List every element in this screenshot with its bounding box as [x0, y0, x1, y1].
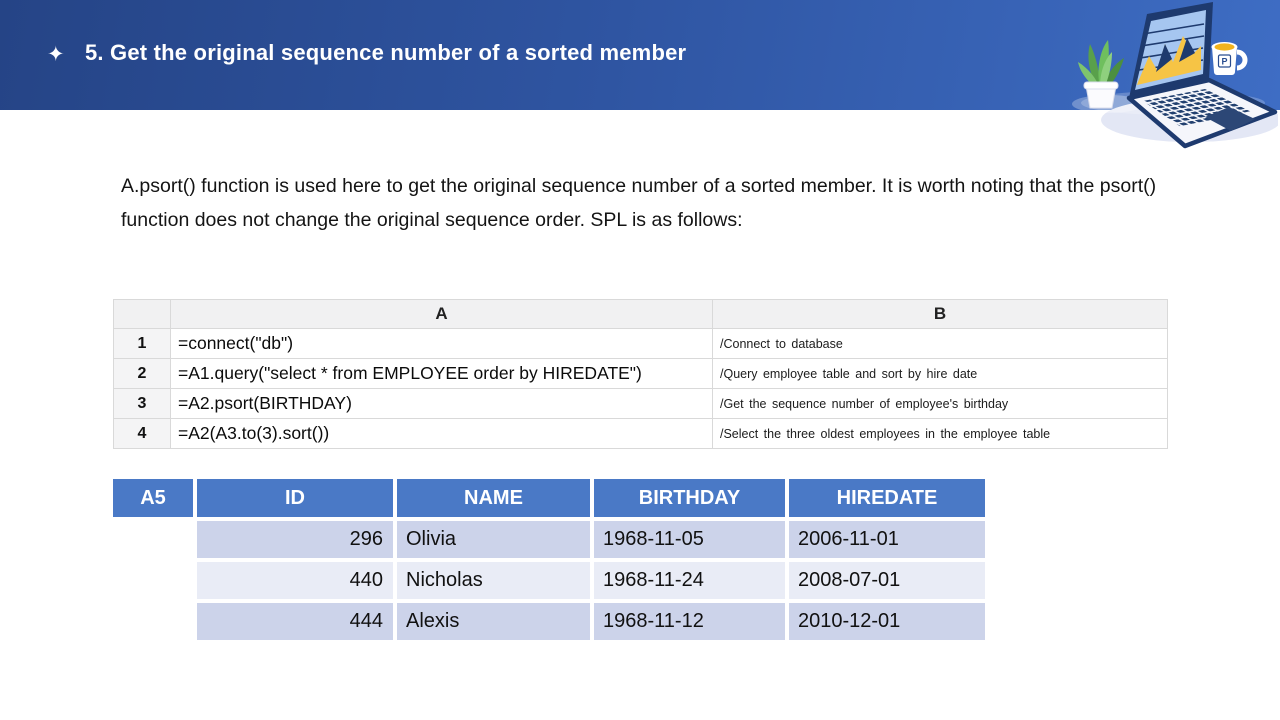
result-cell-id: 440: [197, 562, 393, 599]
spl-comment-cell: /Select the three oldest employees in th…: [712, 418, 1168, 449]
result-row-spacer: [113, 603, 193, 640]
spl-row: 2 =A1.query("select * from EMPLOYEE orde…: [113, 358, 1168, 389]
spl-code-cell: =A1.query("select * from EMPLOYEE order …: [170, 358, 713, 389]
result-cell-id: 296: [197, 521, 393, 558]
spl-comment-cell: /Get the sequence number of employee's b…: [712, 388, 1168, 419]
result-col-header-birthday: BIRTHDAY: [594, 479, 785, 517]
spl-code-cell: =A2.psort(BIRTHDAY): [170, 388, 713, 419]
result-cell-hiredate: 2010-12-01: [789, 603, 985, 640]
spl-row: 3 =A2.psort(BIRTHDAY) /Get the sequence …: [113, 388, 1168, 419]
result-corner-label: A5: [113, 479, 193, 517]
result-col-header-id: ID: [197, 479, 393, 517]
result-col-header-hiredate: HIREDATE: [789, 479, 985, 517]
spl-header-row: A B: [113, 299, 1168, 329]
spl-row: 4 =A2(A3.to(3).sort()) /Select the three…: [113, 418, 1168, 449]
result-cell-hiredate: 2008-07-01: [789, 562, 985, 599]
result-cell-birthday: 1968-11-05: [594, 521, 785, 558]
result-cell-name: Nicholas: [397, 562, 590, 599]
spl-code-cell: =A2(A3.to(3).sort()): [170, 418, 713, 449]
spl-row-number: 4: [113, 418, 171, 449]
coffee-mug-icon: P: [1211, 42, 1248, 75]
spl-corner-cell: [113, 299, 171, 329]
spl-col-b-header: B: [712, 299, 1168, 329]
result-cell-birthday: 1968-11-12: [594, 603, 785, 640]
result-row-spacer: [113, 521, 193, 558]
result-cell-hiredate: 2006-11-01: [789, 521, 985, 558]
spl-code-table: A B 1 =connect("db") /Connect to databas…: [113, 299, 1168, 449]
result-cell-birthday: 1968-11-24: [594, 562, 785, 599]
result-row-spacer: [113, 562, 193, 599]
spl-comment-cell: /Query employee table and sort by hire d…: [712, 358, 1168, 389]
spl-row-number: 3: [113, 388, 171, 419]
slide-title: 5. Get the original sequence number of a…: [85, 40, 687, 65]
spl-col-a-header: A: [170, 299, 713, 329]
desk-illustration: P: [1072, 2, 1278, 149]
spl-comment-cell: /Connect to database: [712, 328, 1168, 359]
result-cell-name: Alexis: [397, 603, 590, 640]
spl-code-cell: =connect("db"): [170, 328, 713, 359]
result-cell-id: 444: [197, 603, 393, 640]
slide: ✦ 5. Get the original sequence number of…: [0, 0, 1280, 720]
result-table: A5 ID NAME BIRTHDAY HIREDATE 296 Olivia …: [113, 479, 985, 640]
mug-logo: P: [1221, 57, 1227, 67]
result-cell-name: Olivia: [397, 521, 590, 558]
intro-paragraph: A.psort() function is used here to get t…: [121, 175, 1157, 231]
spl-row-number: 1: [113, 328, 171, 359]
result-col-header-name: NAME: [397, 479, 590, 517]
star-bullet-icon: ✦: [47, 43, 65, 66]
spl-row: 1 =connect("db") /Connect to database: [113, 328, 1168, 359]
spl-row-number: 2: [113, 358, 171, 389]
